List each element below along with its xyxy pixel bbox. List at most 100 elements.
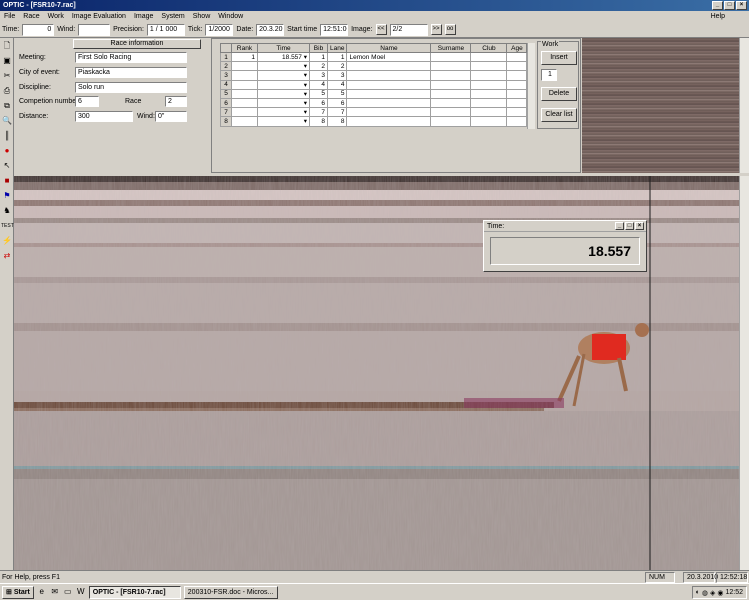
surname-cell[interactable] [430,107,472,118]
rank-cell[interactable] [231,79,258,90]
new-file-icon[interactable]: 🗋 [1,40,13,52]
col-bib[interactable]: Bib [309,43,328,53]
age-cell[interactable] [506,97,528,109]
tray-clock[interactable]: 12:52 [725,589,743,596]
rank-cell[interactable]: 1 [231,51,258,63]
name-cell[interactable]: Lemon Moel [346,51,432,63]
name-cell[interactable] [346,88,432,99]
age-cell[interactable] [506,88,528,99]
tick-field[interactable]: 1/2000 [205,23,234,36]
bib-cell[interactable]: 5 [309,88,328,99]
club-cell[interactable] [470,97,508,109]
table-row[interactable]: 2 ▾ 2 2 [220,61,528,72]
lane-cell[interactable]: 5 [326,88,348,99]
prev-image-button[interactable]: << [375,24,387,35]
dropdown-icon[interactable]: ▾ [304,54,307,61]
city-field[interactable]: Piaskacka [75,67,187,78]
table-row[interactable]: 4 ▾ 4 4 [220,79,528,90]
rank-cell[interactable] [231,88,258,99]
club-cell[interactable] [470,107,508,118]
print-icon[interactable]: ⎙ [1,85,13,97]
maximize-icon[interactable]: □ [724,1,735,10]
age-cell[interactable] [506,51,528,63]
time-cell[interactable]: ▾ [257,97,310,109]
dropdown-icon[interactable]: ▾ [304,100,307,107]
dropdown-icon[interactable]: ▾ [304,72,307,79]
last-image-button[interactable]: oo [444,24,456,35]
surname-cell[interactable] [430,88,472,99]
table-row[interactable]: 6 ▾ 6 6 [220,97,528,109]
close-icon[interactable]: × [736,1,747,10]
maximize-icon[interactable]: □ [625,222,634,230]
club-cell[interactable] [470,116,508,127]
clear-list-button[interactable]: Clear list [541,108,577,122]
tray-icon-2[interactable]: ◍ [702,589,708,597]
precision-select[interactable]: 1 / 1 000 [146,23,185,36]
menu-system[interactable]: System [157,11,188,22]
taskbar-item-optic[interactable]: OPTIC - [FSR10-7.rac] [88,585,181,599]
surname-cell[interactable] [430,61,472,72]
tray-icon-4[interactable]: ◉ [717,589,723,597]
table-row[interactable]: 8 ▾ 8 8 [220,116,528,127]
col-lane[interactable]: Lane [326,43,348,53]
menu-help[interactable]: Help [707,11,729,22]
name-cell[interactable] [346,97,432,109]
test-icon[interactable]: TEST [1,220,14,232]
bib-cell[interactable]: 6 [309,97,328,109]
lane-cell[interactable]: 3 [326,70,348,81]
surname-cell[interactable] [430,51,472,63]
lane-cell[interactable]: 2 [326,61,348,72]
grid-scrollbar[interactable] [527,43,535,129]
surname-cell[interactable] [430,79,472,90]
ie-icon[interactable]: e [37,587,47,597]
time-cell[interactable]: ▾ [257,88,310,99]
age-cell[interactable] [506,107,528,118]
insert-button[interactable]: Insert [541,51,577,65]
rank-cell[interactable] [231,97,258,109]
time-field[interactable]: 0 [22,23,55,36]
runner-icon[interactable]: ♞ [1,205,13,217]
club-cell[interactable] [470,88,508,99]
bib-cell[interactable]: 8 [309,116,328,127]
cut-icon[interactable]: ✂ [1,70,13,82]
com-icon[interactable]: ⇄ [1,250,13,262]
desktop-icon[interactable]: ▭ [63,587,73,597]
dropdown-icon[interactable]: ▾ [304,63,307,70]
athlete-icon[interactable]: ⚡ [1,235,13,247]
dropdown-icon[interactable]: ▾ [304,91,307,98]
word-icon[interactable]: W [76,587,86,597]
age-cell[interactable] [506,61,528,72]
save-icon[interactable]: ▣ [1,55,13,67]
col-surname[interactable]: Surname [430,43,472,53]
rank-cell[interactable] [231,61,258,72]
age-cell[interactable] [506,116,528,127]
bib-cell[interactable]: 1 [309,51,328,63]
table-row[interactable]: 7 ▾ 7 7 [220,107,528,118]
minimize-icon[interactable]: _ [712,1,723,10]
start-time-field[interactable]: 12:51:06 [320,23,349,36]
club-cell[interactable] [470,61,508,72]
race-field[interactable]: 2 [165,96,187,107]
pointer-icon[interactable]: ↖ [1,160,13,172]
record-icon[interactable]: ● [1,145,13,157]
bib-cell[interactable]: 2 [309,61,328,72]
time-cell[interactable]: ▾ [257,70,310,81]
col-rank[interactable]: Rank [231,43,258,53]
lane-cell[interactable]: 1 [326,51,348,63]
zoom-icon[interactable]: 🔍 [1,115,13,127]
date-field[interactable]: 20.3.201 [256,23,285,36]
dropdown-icon[interactable]: ▾ [304,109,307,116]
table-row[interactable]: 1 1 18.557 ▾ 1 1 Lemon Moel [220,51,528,63]
wind-field[interactable] [78,23,111,36]
taskbar-item-word-doc[interactable]: 200310-FSR.doc - Micros... [183,585,278,599]
table-row[interactable]: 5 ▾ 5 5 [220,88,528,99]
start-button[interactable]: ⊞ Start [2,585,34,599]
dropdown-icon[interactable]: ▾ [304,118,307,125]
thumbnail-scrollbar[interactable] [739,38,749,173]
time-cell[interactable]: 18.557 ▾ [257,51,310,63]
close-icon[interactable]: × [635,222,644,230]
dropdown-icon[interactable]: ▾ [304,82,307,89]
next-image-button[interactable]: >> [430,24,442,35]
menu-work[interactable]: Work [44,11,68,22]
surname-cell[interactable] [430,97,472,109]
